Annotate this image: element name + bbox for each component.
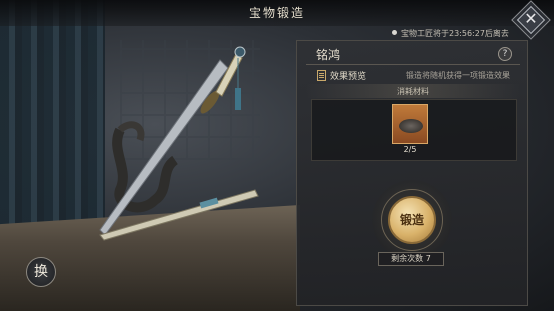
sword-icon: [99, 46, 259, 241]
effect-preview-description: 锻造将随机获得一项锻造效果: [406, 71, 510, 80]
materials-title: 消耗材料: [397, 87, 429, 96]
swap-button[interactable]: 换: [26, 257, 56, 287]
remaining-count: 剩余次数 7: [378, 252, 444, 266]
question-icon[interactable]: ?: [498, 47, 512, 61]
material-count: 2/5: [403, 145, 417, 154]
page-title: 宝物锻造: [248, 6, 305, 20]
forge-button[interactable]: 锻造: [388, 196, 436, 244]
item-name: 铭鸿: [316, 48, 341, 62]
effect-preview-button[interactable]: 效果预览: [317, 69, 366, 82]
ore-icon[interactable]: [392, 104, 428, 144]
timer-dot-icon: [392, 30, 397, 35]
effect-preview-label: 效果预览: [330, 72, 367, 82]
close-icon[interactable]: ✕: [520, 8, 542, 30]
document-icon: [317, 70, 326, 81]
artisan-timer: 宝物工匠将于23:56:27后离去: [392, 28, 509, 39]
timer-text: 宝物工匠将于23:56:27后离去: [401, 29, 509, 38]
divider: [306, 64, 520, 65]
